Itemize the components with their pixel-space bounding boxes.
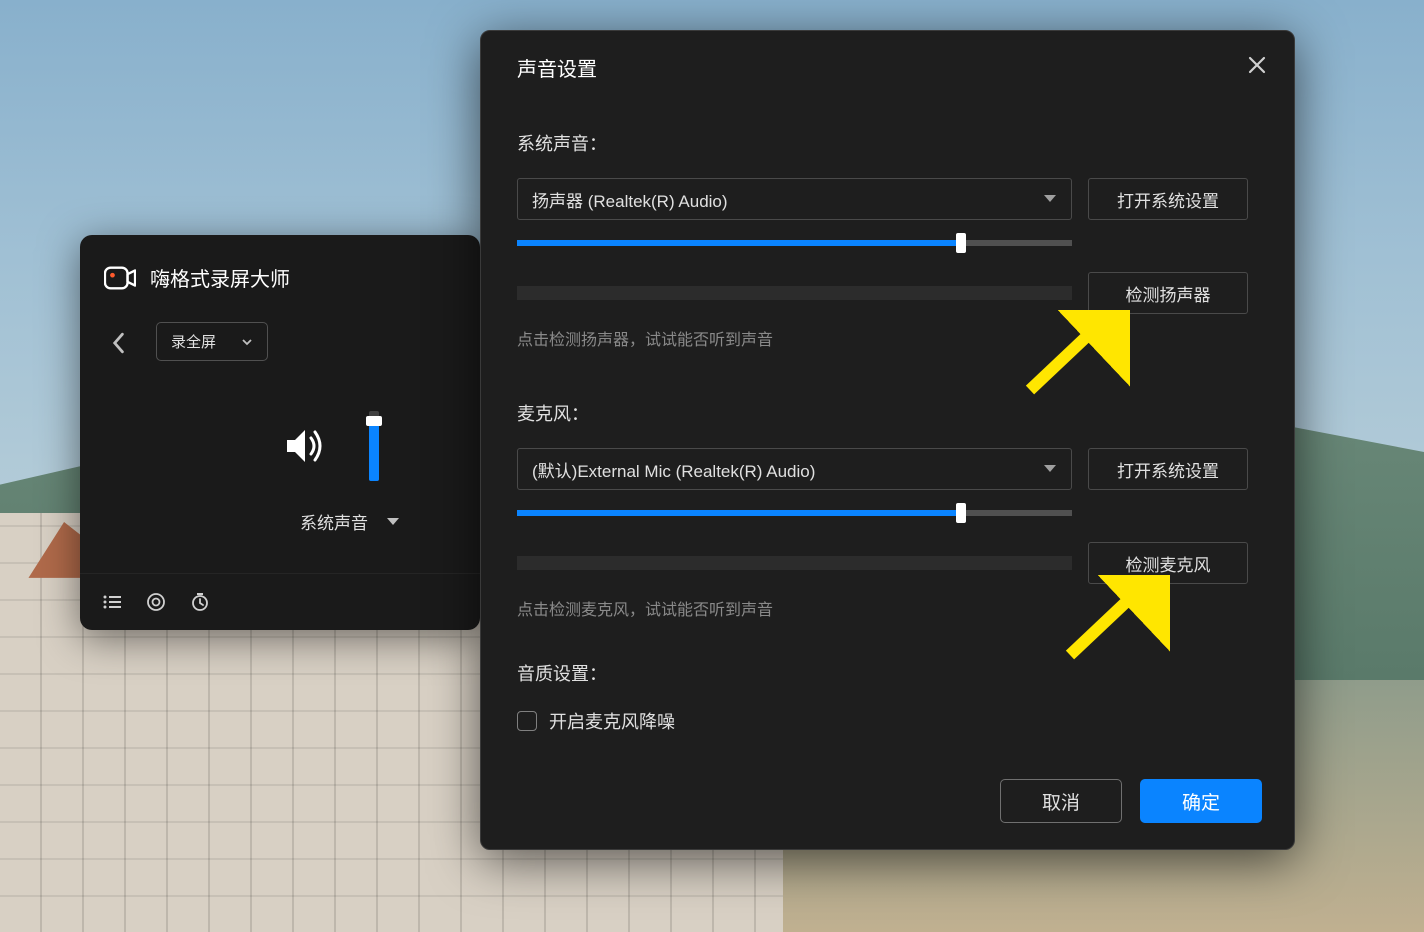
microphone-section-label: 麦克风： bbox=[517, 400, 1258, 426]
speaker-hint: 点击检测扬声器，试试能否听到声音 bbox=[517, 326, 1258, 350]
chevron-down-icon bbox=[1043, 464, 1057, 474]
test-speaker-button[interactable]: 检测扬声器 bbox=[1088, 272, 1248, 314]
microphone-device-value: (默认)External Mic (Realtek(R) Audio) bbox=[532, 457, 815, 482]
noise-reduction-label: 开启麦克风降噪 bbox=[549, 708, 675, 734]
recorder-main: 系统声音 bbox=[80, 411, 480, 573]
noise-reduction-checkbox[interactable] bbox=[517, 711, 537, 731]
region-select-label: 录全屏 bbox=[171, 331, 216, 352]
system-sound-section-label: 系统声音： bbox=[517, 130, 1258, 156]
app-logo-icon bbox=[104, 264, 136, 292]
system-sound-label: 系统声音 bbox=[300, 509, 368, 534]
dialog-footer: 取消 确定 bbox=[481, 757, 1294, 849]
region-select[interactable]: 录全屏 bbox=[156, 322, 268, 361]
recorder-header: 嗨格式录屏大师 bbox=[80, 235, 480, 312]
system-sound-device-select[interactable]: 扬声器 (Realtek(R) Audio) bbox=[517, 178, 1072, 220]
system-sound-device-value: 扬声器 (Realtek(R) Audio) bbox=[532, 187, 728, 212]
microphone-volume-slider[interactable] bbox=[517, 510, 1072, 516]
test-speaker-label: 检测扬声器 bbox=[1126, 281, 1211, 306]
volume-mini-knob bbox=[366, 416, 382, 426]
microphone-hint: 点击检测麦克风，试试能否听到声音 bbox=[517, 596, 1258, 620]
sound-settings-dialog: 声音设置 系统声音： 扬声器 (Realtek(R) Audio) 打开系统设置… bbox=[480, 30, 1295, 850]
chevron-down-icon bbox=[1043, 194, 1057, 204]
gear-icon[interactable] bbox=[146, 592, 166, 612]
open-system-settings-button[interactable]: 打开系统设置 bbox=[1088, 178, 1248, 220]
cancel-button[interactable]: 取消 bbox=[1000, 779, 1122, 823]
cancel-label: 取消 bbox=[1042, 788, 1080, 815]
volume-mini-slider[interactable] bbox=[369, 411, 379, 481]
list-icon[interactable] bbox=[102, 592, 122, 612]
open-system-settings-label: 打开系统设置 bbox=[1117, 187, 1219, 212]
timer-icon[interactable] bbox=[190, 592, 210, 612]
back-button[interactable] bbox=[110, 322, 126, 359]
recorder-footer bbox=[80, 573, 480, 630]
chevron-down-icon bbox=[241, 336, 253, 348]
test-microphone-button[interactable]: 检测麦克风 bbox=[1088, 542, 1248, 584]
system-sound-dropdown[interactable] bbox=[386, 512, 400, 532]
ok-button[interactable]: 确定 bbox=[1140, 779, 1262, 823]
microphone-level-meter bbox=[517, 556, 1072, 570]
open-mic-system-settings-button[interactable]: 打开系统设置 bbox=[1088, 448, 1248, 490]
microphone-device-select[interactable]: (默认)External Mic (Realtek(R) Audio) bbox=[517, 448, 1072, 490]
test-microphone-label: 检测麦克风 bbox=[1126, 551, 1211, 576]
dialog-title: 声音设置 bbox=[517, 53, 597, 82]
recorder-window: 嗨格式录屏大师 录全屏 系统声音 bbox=[80, 235, 480, 630]
ok-label: 确定 bbox=[1182, 788, 1220, 815]
dialog-content: 系统声音： 扬声器 (Realtek(R) Audio) 打开系统设置 检测扬声… bbox=[481, 100, 1294, 757]
open-mic-system-settings-label: 打开系统设置 bbox=[1117, 457, 1219, 482]
recorder-body: 录全屏 bbox=[80, 312, 480, 361]
app-title: 嗨格式录屏大师 bbox=[150, 263, 290, 292]
speaker-icon bbox=[281, 422, 329, 470]
quality-section-label: 音质设置： bbox=[517, 660, 1258, 686]
speaker-level-meter bbox=[517, 286, 1072, 300]
volume-mini-fill bbox=[369, 424, 379, 481]
speaker-volume-slider[interactable] bbox=[517, 240, 1072, 246]
close-button[interactable] bbox=[1248, 56, 1266, 79]
dialog-header: 声音设置 bbox=[481, 31, 1294, 100]
